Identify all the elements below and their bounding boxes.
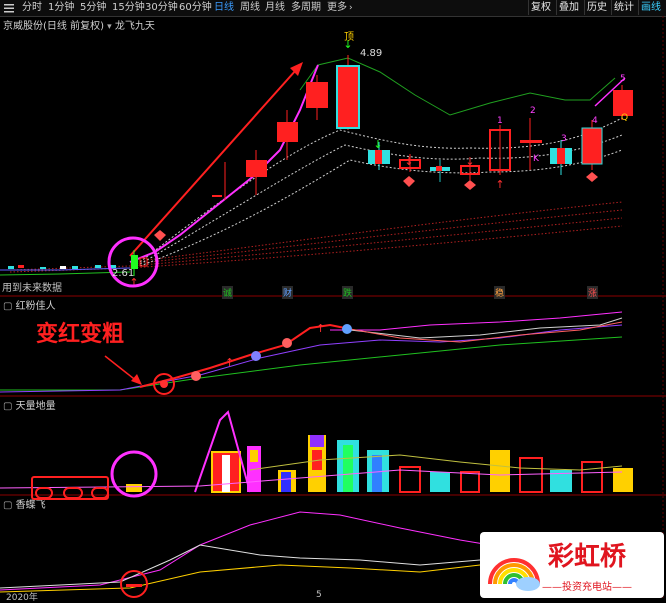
svg-text:↑: ↑ <box>225 356 234 369</box>
signal-arrows: ↓ ↓ ↓ ↓ ↑ ↑ <box>129 38 504 289</box>
period-tab[interactable]: 5分钟 <box>80 1 106 15</box>
svg-text:↑: ↑ <box>316 322 325 335</box>
more-chevron-icon[interactable]: › <box>349 3 353 13</box>
indicator-name[interactable]: 龙飞九天 <box>115 21 155 32</box>
letter-q: Q <box>621 113 629 123</box>
panel3-toggle-icon[interactable]: ▢ <box>3 401 12 412</box>
low-price-label: 2.61 <box>112 268 135 279</box>
toolbar-button[interactable]: 叠加 <box>556 0 581 15</box>
candlesticks <box>8 55 633 276</box>
period-tab[interactable]: 更多 <box>327 1 347 15</box>
panel4-name[interactable]: 香蝶飞 <box>16 500 46 511</box>
svg-text:↓: ↓ <box>404 155 413 168</box>
signal-marker: 稳 <box>494 286 506 299</box>
period-tab[interactable]: 分时 <box>22 1 42 15</box>
volume-spike-line <box>194 410 251 493</box>
fan-lines-white <box>139 117 623 267</box>
svg-text:↑: ↑ <box>495 178 504 191</box>
panel4-title: ▢ 香蝶飞 <box>3 496 46 511</box>
period-tab[interactable]: 1分钟 <box>48 1 74 15</box>
panel4-toggle-icon[interactable]: ▢ <box>3 500 12 511</box>
toolbar: 分时 1分钟 5分钟 15分钟 30分钟 60分钟 日线 周线 月线 多周期 更多 › 复权 叠加 历史… <box>0 0 666 17</box>
letter-k: K <box>533 154 539 164</box>
ma-magenta-line <box>129 64 319 263</box>
watermark-subtitle: ——投资充电站—— <box>542 582 632 593</box>
period-tab[interactable]: 月线 <box>265 1 285 15</box>
stock-title: 京威股份(日线 前复权) ▾ 龙飞九天 <box>3 17 155 32</box>
diamond-icons <box>154 172 598 241</box>
toolbar-button[interactable]: 统计 <box>611 0 636 15</box>
toolbar-button[interactable]: 历史 <box>584 0 609 15</box>
annotation-arrow <box>104 355 139 383</box>
stock-name: 京威股份(日线 前复权) <box>3 21 104 32</box>
watermark: 彩虹桥 ——投资充电站—— <box>480 532 664 598</box>
date-label: 2020年 <box>6 593 38 603</box>
future-data-note: 用到未来数据 <box>2 283 62 294</box>
panel3-name[interactable]: 天量地量 <box>16 401 56 412</box>
svg-text:↓: ↓ <box>373 138 382 151</box>
signal-marker: 跌 <box>342 286 354 299</box>
svg-text:↓: ↓ <box>465 155 474 168</box>
wave-number: 1 <box>497 116 503 126</box>
menu-icon[interactable] <box>3 2 15 14</box>
panel3-title: ▢ 天量地量 <box>3 397 56 412</box>
annotation-text: 变红变粗 <box>36 322 125 347</box>
rainbow-logo <box>488 558 540 591</box>
trend-arrow <box>129 69 297 257</box>
watermark-brand: 彩虹桥 <box>548 542 627 572</box>
signal-marker: 涨 <box>587 286 599 299</box>
month-label: 5 <box>316 590 322 600</box>
period-tab[interactable]: 周线 <box>240 1 260 15</box>
wave-number: 2 <box>530 106 536 116</box>
chart-canvas[interactable]: ↓ ↓ ↓ ↓ ↑ ↑ ↑ ↑ <box>0 0 666 600</box>
period-tab[interactable]: 多周期 <box>291 1 321 15</box>
period-tab[interactable]: 15分钟 <box>112 1 145 15</box>
panel2-name[interactable]: 红粉佳人 <box>16 301 56 312</box>
toolbar-button[interactable]: 画线 <box>638 0 663 15</box>
signal-marker: 诚 <box>222 286 234 299</box>
fan-lines-red <box>9 201 623 273</box>
ma-green-line <box>299 57 616 116</box>
wave-number: 3 <box>561 134 567 144</box>
period-tab[interactable]: 30分钟 <box>145 1 178 15</box>
panel2-toggle-icon[interactable]: ▢ <box>3 301 12 312</box>
signal-marker: 财 <box>282 286 294 299</box>
volume-bars <box>126 435 633 493</box>
wave-number: 5 <box>620 74 626 84</box>
panel2-title: ▢ 红粉佳人 <box>3 297 56 312</box>
period-tab[interactable]: 日线 <box>214 1 234 15</box>
toolbar-button[interactable]: 复权 <box>528 0 553 15</box>
dropdown-icon[interactable]: ▾ <box>107 22 112 32</box>
high-price-label: 4.89 <box>360 48 383 59</box>
wave-number: 4 <box>592 116 598 126</box>
peak-label: 顶 <box>344 32 354 43</box>
period-tab[interactable]: 60分钟 <box>179 1 212 15</box>
